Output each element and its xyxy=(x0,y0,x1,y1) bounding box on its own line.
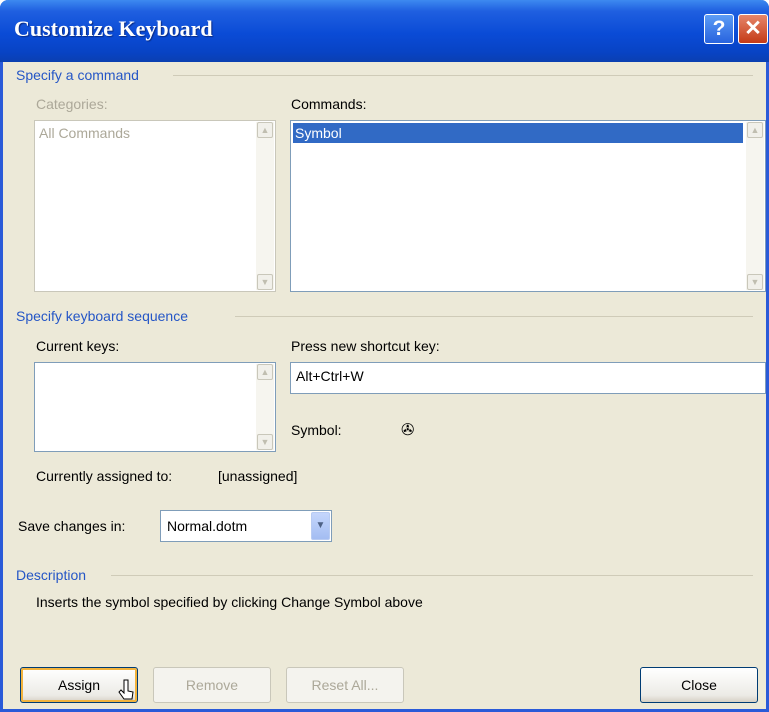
group-divider xyxy=(173,75,753,76)
save-changes-label: Save changes in: xyxy=(18,518,126,534)
keyboard-sequence-group-label: Specify keyboard sequence xyxy=(16,308,188,324)
symbol-label: Symbol: xyxy=(291,422,342,438)
help-button[interactable]: ? xyxy=(704,14,734,44)
categories-label: Categories: xyxy=(36,96,108,112)
title-bar[interactable]: Customize Keyboard ? ✕ xyxy=(0,0,769,62)
scrollbar[interactable]: ▲ ▼ xyxy=(256,364,274,450)
scroll-up-icon[interactable]: ▲ xyxy=(747,122,763,138)
commands-label: Commands: xyxy=(291,96,367,112)
list-item[interactable]: All Commands xyxy=(37,123,253,143)
specify-command-group-label: Specify a command xyxy=(16,67,139,83)
scroll-down-icon[interactable]: ▼ xyxy=(257,274,273,290)
group-divider xyxy=(235,316,753,317)
remove-button[interactable]: Remove xyxy=(153,667,271,703)
close-button[interactable]: Close xyxy=(640,667,758,703)
commands-listbox[interactable]: Symbol ▲ ▼ xyxy=(290,120,766,292)
group-divider xyxy=(111,575,753,576)
scrollbar[interactable]: ▲ ▼ xyxy=(256,122,274,290)
description-group-label: Description xyxy=(16,567,87,583)
description-text: Inserts the symbol specified by clicking… xyxy=(36,594,423,610)
list-item[interactable]: Symbol xyxy=(293,123,743,143)
chevron-down-icon[interactable]: ▼ xyxy=(311,512,330,540)
reset-all-button[interactable]: Reset All... xyxy=(286,667,404,703)
scroll-up-icon[interactable]: ▲ xyxy=(257,364,273,380)
symbol-preview-icon: ✇ xyxy=(401,422,415,439)
current-keys-listbox[interactable]: ▲ ▼ xyxy=(34,362,276,452)
scrollbar[interactable]: ▲ ▼ xyxy=(746,122,764,290)
customize-keyboard-dialog: Customize Keyboard ? ✕ Specify a command… xyxy=(0,0,769,712)
close-window-button[interactable]: ✕ xyxy=(738,14,768,44)
assigned-to-value: [unassigned] xyxy=(218,468,298,484)
categories-listbox[interactable]: All Commands ▲ ▼ xyxy=(34,120,276,292)
scroll-down-icon[interactable]: ▼ xyxy=(747,274,763,290)
assigned-to-label: Currently assigned to: xyxy=(36,468,173,484)
scroll-down-icon[interactable]: ▼ xyxy=(257,434,273,450)
save-changes-value: Normal.dotm xyxy=(167,518,248,534)
scroll-up-icon[interactable]: ▲ xyxy=(257,122,273,138)
save-changes-select[interactable]: Normal.dotm ▼ xyxy=(160,510,332,542)
mouse-pointer-icon xyxy=(118,679,134,700)
new-shortcut-label: Press new shortcut key: xyxy=(291,338,440,354)
window-title: Customize Keyboard xyxy=(14,16,213,41)
current-keys-label: Current keys: xyxy=(36,338,120,354)
new-shortcut-input[interactable]: Alt+Ctrl+W xyxy=(290,362,766,394)
